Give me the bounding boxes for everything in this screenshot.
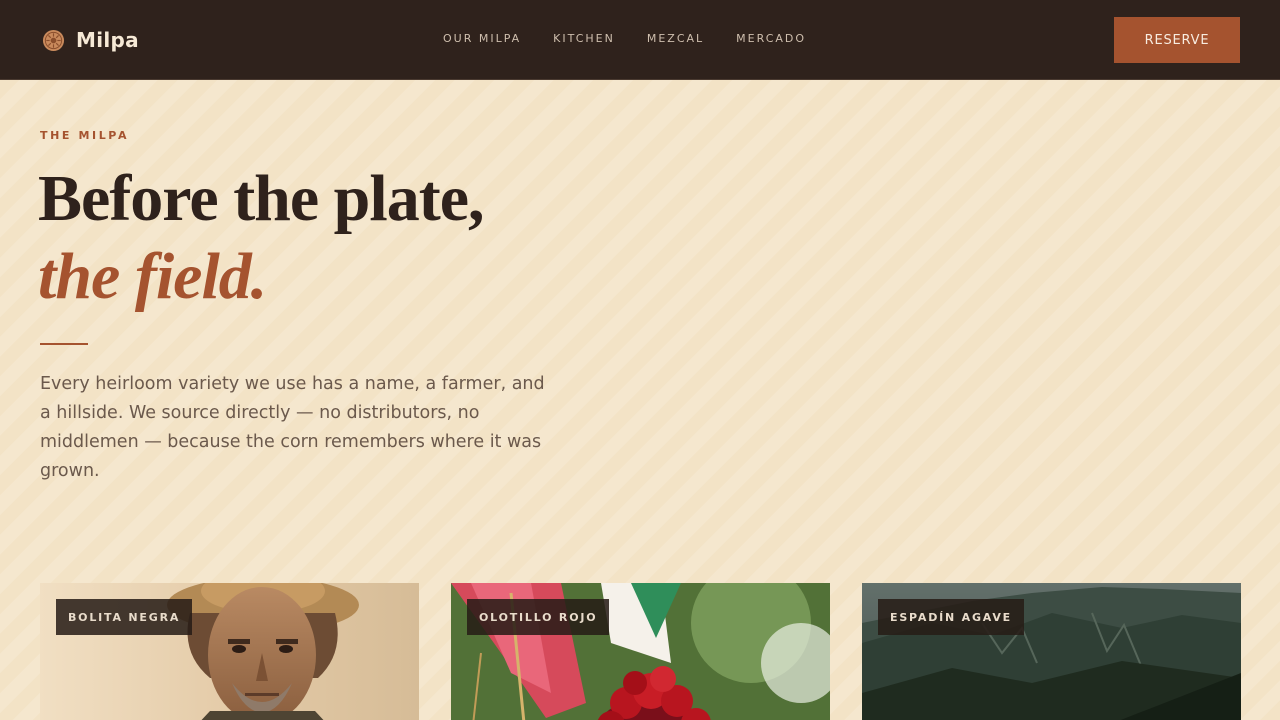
nav-item-mezcal[interactable]: MEZCAL	[647, 32, 704, 45]
card-tag: ESPADÍN AGAVE	[878, 599, 1024, 635]
source-cards: BOLITA NEGRA OLOTILLO ROJO ESPADÍN AGAVE	[40, 583, 1241, 720]
headline-line-2: the field.	[38, 240, 267, 313]
card-tag: OLOTILLO ROJO	[467, 599, 610, 635]
hero-headline: Before the plate, the field.	[38, 160, 484, 316]
nav-item-mercado[interactable]: MERCADO	[736, 32, 806, 45]
brand-name: Milpa	[76, 28, 139, 52]
card-tag: BOLITA NEGRA	[56, 599, 193, 635]
section-eyebrow: THE MILPA	[40, 129, 130, 142]
brand-logo-link[interactable]: Milpa	[42, 27, 139, 53]
main-nav: OUR MILPA KITCHEN MEZCAL MERCADO	[443, 32, 806, 45]
headline-line-1: Before the plate,	[38, 162, 484, 235]
sunflower-seal-icon	[42, 29, 65, 51]
nav-item-kitchen[interactable]: KITCHEN	[553, 32, 615, 45]
card-espadin-agave[interactable]: ESPADÍN AGAVE	[862, 583, 1241, 720]
reserve-button[interactable]: RESERVE	[1114, 17, 1240, 63]
card-olotillo-rojo[interactable]: OLOTILLO ROJO	[451, 583, 830, 720]
card-bolita-negra[interactable]: BOLITA NEGRA	[40, 583, 419, 720]
nav-item-our-milpa[interactable]: OUR MILPA	[443, 32, 521, 45]
hero-intro-text: Every heirloom variety we use has a name…	[40, 374, 545, 481]
accent-divider	[40, 343, 88, 345]
top-navigation-bar: Milpa OUR MILPA KITCHEN MEZCAL MERCADO R…	[0, 0, 1280, 80]
